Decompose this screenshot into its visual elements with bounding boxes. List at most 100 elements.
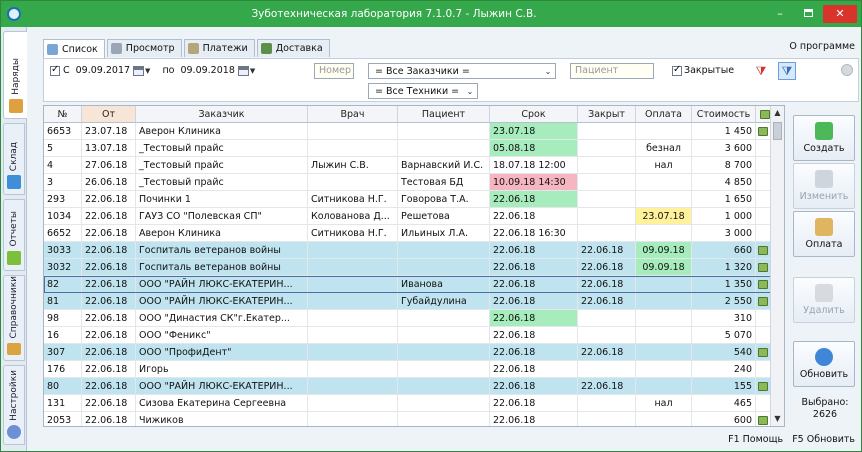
edit-button[interactable]: Изменить [793, 163, 855, 209]
cell-cost: 1 350 [692, 276, 756, 292]
orders-table[interactable]: № От Заказчик Врач Пациент Срок Закрыт Оплата Ст… [43, 105, 785, 427]
tab-list[interactable]: Список [43, 39, 105, 58]
money-icon [758, 415, 768, 425]
header-col-due[interactable]: Срок [490, 106, 578, 122]
title-bar[interactable]: Зуботехническая лаборатория 7.1.0.7 - Лы… [1, 1, 861, 27]
customers-select[interactable]: = Все Заказчики = ⌄ [368, 63, 556, 79]
left-tab-orders[interactable]: Наряды [3, 31, 27, 119]
cell-due: 22.06.18 [490, 191, 578, 207]
minimize-button[interactable]: – [767, 5, 793, 23]
cell-from: 22.06.18 [82, 361, 136, 377]
payment-button-label: Оплата [805, 239, 843, 250]
cell-customer: ООО "ПрофиДент" [136, 344, 308, 360]
scroll-down-icon[interactable]: ▼ [771, 412, 784, 426]
left-tab-books[interactable]: Справочники [3, 275, 25, 361]
table-row[interactable]: 3032 22.06.18 Госпиталь ветеранов войны 22.… [44, 259, 784, 276]
cell-closed [578, 123, 636, 139]
refresh-button[interactable]: Обновить [793, 341, 855, 387]
cell-cost: 155 [692, 378, 756, 394]
table-row[interactable]: 176 22.06.18 Игорь 22.06.18 240 [44, 361, 784, 378]
header-col-from[interactable]: От [82, 106, 136, 122]
cell-due: 23.07.18 [490, 123, 578, 139]
table-row[interactable]: 1034 22.06.18 ГАУЗ СО "Полевская СП" Колова… [44, 208, 784, 225]
table-row[interactable]: 4 27.06.18 _Тестовый прайс Лыжин С.В. Варнав… [44, 157, 784, 174]
cell-customer: _Тестовый прайс [136, 157, 308, 173]
app-icon[interactable] [7, 7, 21, 21]
scroll-thumb[interactable] [773, 122, 782, 140]
clear-filter-icon[interactable]: ⧩ [752, 62, 770, 80]
payment-button[interactable]: Оплата [793, 211, 855, 257]
date-filter-checkbox[interactable] [50, 64, 60, 76]
header-col-doctor[interactable]: Врач [308, 106, 398, 122]
cell-customer: ГАУЗ СО "Полевская СП" [136, 208, 308, 224]
table-row[interactable]: 131 22.06.18 Сизова Екатерина Сергеевна 22.… [44, 395, 784, 412]
cell-payment: нал [636, 157, 692, 173]
cell-cost: 465 [692, 395, 756, 411]
table-row[interactable]: 16 22.06.18 ООО "Феникс" 22.06.18 5 070 [44, 327, 784, 344]
table-row[interactable]: 307 22.06.18 ООО "ПрофиДент" 22.06.18 22.06.… [44, 344, 784, 361]
left-tab-reports[interactable]: Отчеты [3, 199, 25, 271]
table-header: № От Заказчик Врач Пациент Срок Закрыт Оплата Ст… [44, 106, 784, 123]
cell-customer: Аверон Клиника [136, 225, 308, 241]
scroll-up-icon[interactable]: ▲ [771, 106, 784, 120]
cell-customer: _Тестовый прайс [136, 140, 308, 156]
cell-patient [398, 412, 490, 426]
tab-payments[interactable]: Платежи [183, 39, 255, 57]
cell-closed [578, 361, 636, 377]
number-input[interactable]: Номер [314, 63, 354, 79]
table-row[interactable]: 82 22.06.18 ООО "РАЙН ЛЮКС-ЕКАТЕРИН... Иван… [44, 276, 784, 293]
header-col-payment[interactable]: Оплата [636, 106, 692, 122]
header-col-number[interactable]: № [44, 106, 82, 122]
table-row[interactable]: 81 22.06.18 ООО "РАЙН ЛЮКС-ЕКАТЕРИН... Губа… [44, 293, 784, 310]
cell-number: 16 [44, 327, 82, 343]
header-col-patient[interactable]: Пациент [398, 106, 490, 122]
closed-filter[interactable]: Закрытые [672, 64, 734, 76]
cell-patient [398, 242, 490, 258]
table-row[interactable]: 6652 22.06.18 Аверон Клиника Ситникова Н.Г.… [44, 225, 784, 242]
vertical-scrollbar[interactable]: ▲ ▼ [770, 106, 784, 426]
help-shortcut[interactable]: F1 Помощь [728, 434, 783, 445]
date-to-label: по [162, 65, 175, 76]
table-row[interactable]: 80 22.06.18 ООО "РАЙН ЛЮКС-ЕКАТЕРИН... 22.0… [44, 378, 784, 395]
table-row[interactable]: 5 13.07.18 _Тестовый прайс 05.08.18 безнал 3 … [44, 140, 784, 157]
cell-number: 1034 [44, 208, 82, 224]
patient-input[interactable]: Пациент [570, 63, 654, 79]
left-tab-warehouse[interactable]: Склад [3, 123, 25, 195]
cell-customer: Чижиков [136, 412, 308, 426]
left-tab-settings[interactable]: Настройки [3, 365, 25, 445]
gear-icon[interactable] [841, 64, 853, 76]
header-col-customer[interactable]: Заказчик [136, 106, 308, 122]
table-row[interactable]: 6653 23.07.18 Аверон Клиника 23.07.18 1 450 [44, 123, 784, 140]
technicians-select[interactable]: = Все Техники = ⌄ [368, 83, 478, 99]
create-button[interactable]: Создать [793, 115, 855, 161]
date-from-picker[interactable]: 09.09.2017 ▼ [76, 65, 151, 76]
delete-button[interactable]: Удалить [793, 277, 855, 323]
cell-from: 22.06.18 [82, 395, 136, 411]
table-row[interactable]: 2053 22.06.18 Чижиков 22.06.18 600 [44, 412, 784, 426]
closed-checkbox[interactable] [672, 64, 682, 76]
list-icon [47, 43, 58, 55]
maximize-button[interactable] [795, 5, 821, 23]
refresh-shortcut[interactable]: F5 Обновить [792, 434, 855, 445]
table-row[interactable]: 3033 22.06.18 Госпиталь ветеранов войны 22.… [44, 242, 784, 259]
header-col-closed[interactable]: Закрыт [578, 106, 636, 122]
date-to-value: 09.09.2018 [180, 65, 235, 76]
cell-from: 22.06.18 [82, 412, 136, 426]
close-button[interactable]: ✕ [823, 5, 857, 23]
tab-delivery[interactable]: Доставка [256, 39, 330, 57]
date-to-picker[interactable]: 09.09.2018 ▼ [180, 65, 255, 76]
tab-view[interactable]: Просмотр [106, 39, 182, 57]
about-link[interactable]: О программе [789, 41, 855, 52]
cell-from: 22.06.18 [82, 208, 136, 224]
table-row[interactable]: 98 22.06.18 ООО "Династия СК"г.Екатер... 22… [44, 310, 784, 327]
cell-cost: 1 000 [692, 208, 756, 224]
table-row[interactable]: 293 22.06.18 Починки 1 Ситникова Н.Г. Говоро… [44, 191, 784, 208]
filter-icon[interactable]: ⧩ [778, 62, 796, 80]
cell-from: 22.06.18 [82, 293, 136, 309]
edit-icon [815, 170, 833, 188]
table-row[interactable]: 3 26.06.18 _Тестовый прайс Тестовая БД 10.09… [44, 174, 784, 191]
cell-closed: 22.06.18 [578, 344, 636, 360]
delete-icon [815, 284, 833, 302]
header-col-cost[interactable]: Стоимость [692, 106, 756, 122]
cell-from: 22.06.18 [82, 225, 136, 241]
